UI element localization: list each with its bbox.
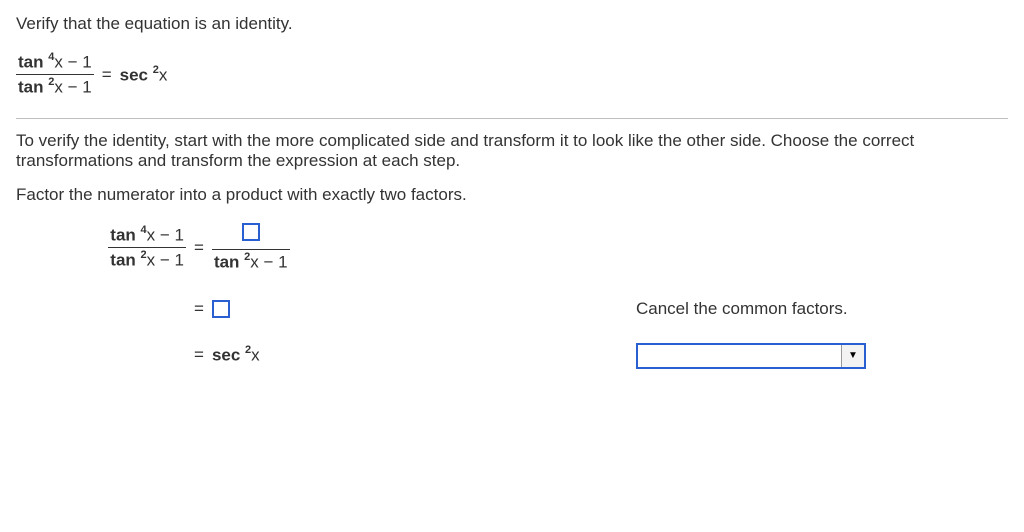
var-x: x: [251, 345, 260, 364]
transformation-dropdown[interactable]: ▼: [636, 343, 866, 369]
equals-sign: =: [102, 65, 112, 85]
func-tan: tan: [110, 251, 136, 270]
section-divider: [16, 118, 1008, 119]
step-3-row: = sec 2x ▼: [76, 345, 1008, 366]
step-1-row: tan 4x − 1 tan 2x − 1 = tan 2x − 1: [76, 223, 1008, 273]
step-2-row: = Cancel the common factors.: [76, 299, 1008, 319]
num-rest: x − 1: [54, 53, 91, 72]
den-rest: x − 1: [250, 253, 287, 272]
cancel-annotation: Cancel the common factors.: [636, 299, 848, 319]
exp-2: 2: [141, 249, 147, 261]
den-rest: x − 1: [54, 78, 91, 97]
chevron-down-icon: ▼: [841, 345, 864, 367]
exp-2: 2: [153, 64, 159, 76]
exp-2: 2: [48, 76, 54, 88]
exp-4: 4: [141, 224, 147, 236]
simplified-answer-input[interactable]: [212, 300, 230, 318]
instruction-factor: Factor the numerator into a product with…: [16, 185, 1008, 205]
final-expression: sec 2x: [212, 345, 260, 366]
equals-sign: =: [194, 238, 204, 258]
step1-lhs-fraction: tan 4x − 1 tan 2x − 1: [108, 225, 186, 271]
exp-4: 4: [48, 51, 54, 63]
exp-2: 2: [244, 251, 250, 263]
numerator-answer-input[interactable]: [242, 223, 260, 241]
num-rest: x − 1: [147, 226, 184, 245]
instruction-transform: To verify the identity, start with the m…: [16, 131, 1008, 171]
rhs-expression: sec 2x: [120, 65, 168, 86]
func-sec: sec: [212, 345, 240, 364]
func-tan: tan: [18, 53, 44, 72]
question-prompt: Verify that the equation is an identity.: [16, 14, 1008, 34]
func-tan: tan: [110, 226, 136, 245]
equals-sign: =: [194, 299, 204, 319]
exp-2: 2: [245, 344, 251, 356]
step1-rhs-fraction: tan 2x − 1: [212, 223, 290, 273]
lhs-fraction: tan 4x − 1 tan 2x − 1: [16, 52, 94, 98]
main-equation: tan 4x − 1 tan 2x − 1 = sec 2x: [16, 52, 1008, 98]
dropdown-value: [638, 345, 841, 367]
equals-sign: =: [194, 345, 204, 365]
den-rest: x − 1: [147, 251, 184, 270]
func-sec: sec: [120, 65, 148, 84]
func-tan: tan: [18, 78, 44, 97]
func-tan: tan: [214, 253, 240, 272]
var-x: x: [159, 65, 168, 84]
